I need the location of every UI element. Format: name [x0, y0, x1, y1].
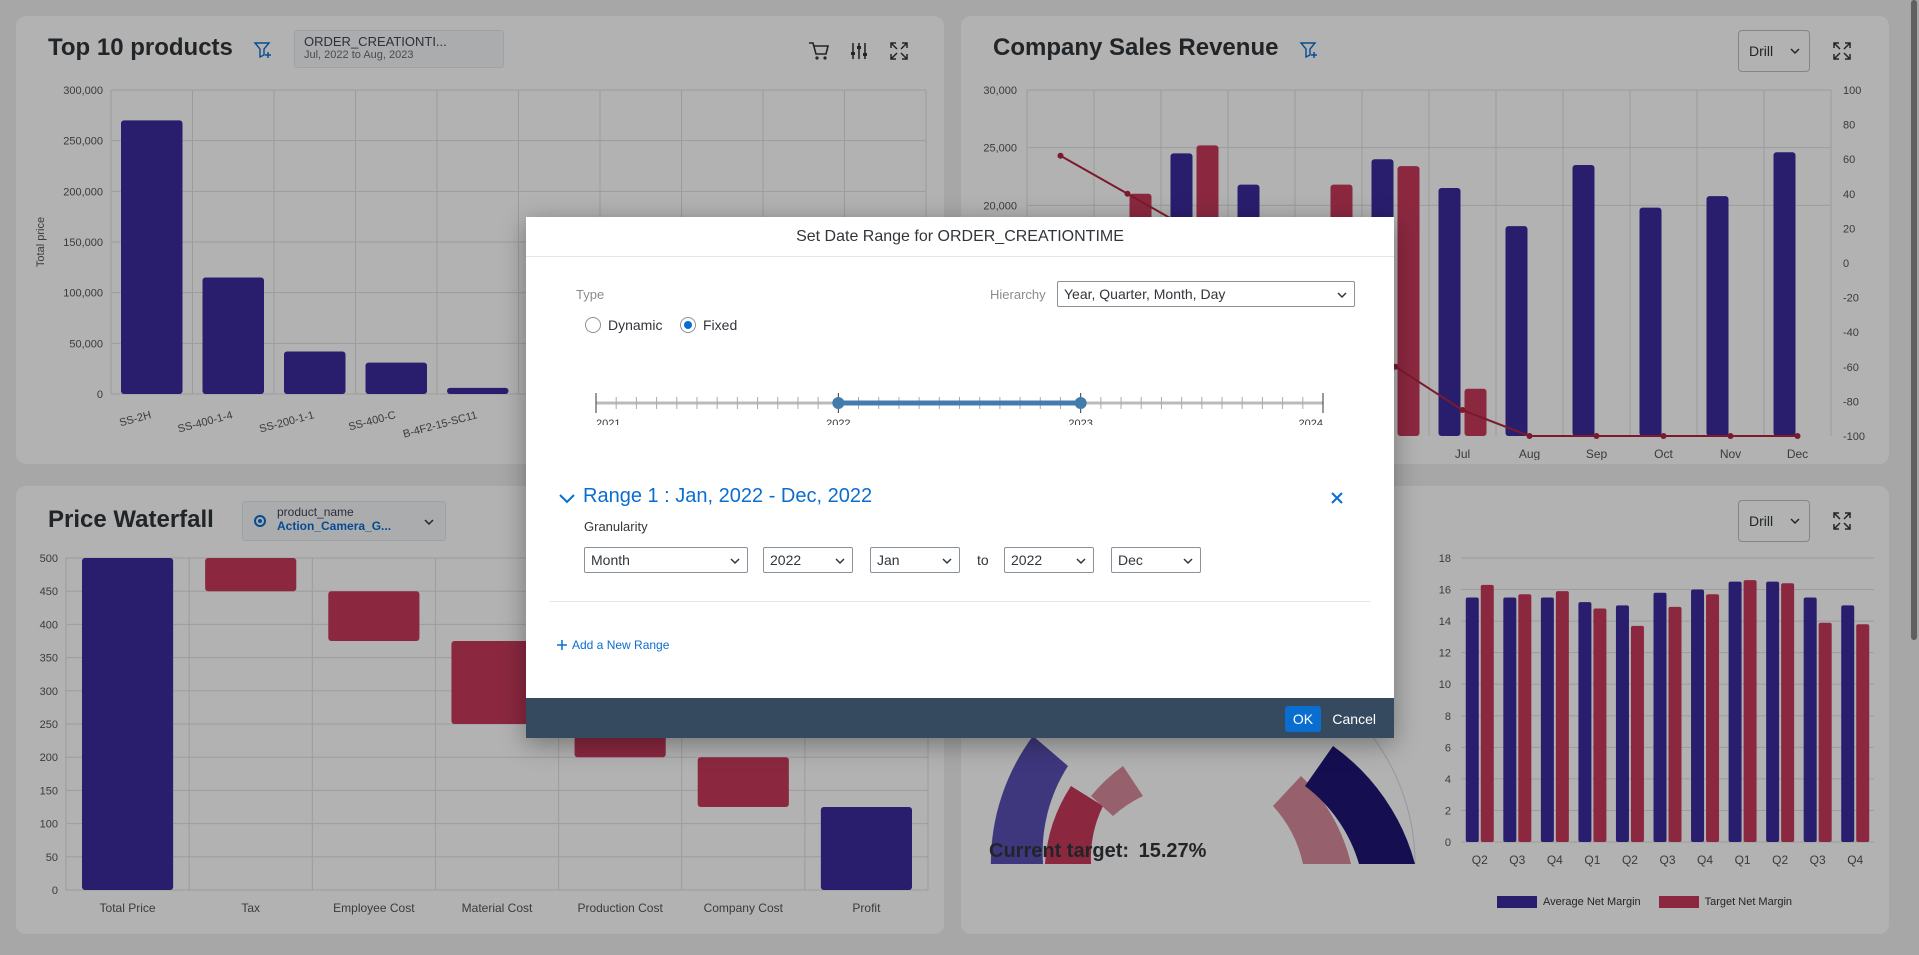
date-range-dialog: Set Date Range for ORDER_CREATIONTIME Ty… [526, 217, 1394, 738]
hierarchy-select[interactable]: Year, Quarter, Month, Day [1057, 281, 1355, 307]
from-month-select[interactable]: Jan [870, 547, 960, 573]
divider [550, 601, 1370, 602]
to-year-select[interactable]: 2022 [1004, 547, 1094, 573]
to-month-value: Dec [1118, 552, 1143, 568]
close-icon[interactable] [1326, 487, 1348, 509]
add-range-link[interactable]: Add a New Range [556, 638, 669, 652]
slider-handle-end [1074, 397, 1087, 409]
from-month-value: Jan [877, 552, 900, 568]
from-year-select[interactable]: 2022 [763, 547, 853, 573]
ok-button[interactable]: OK [1285, 706, 1321, 732]
slider-year-label: 2024 [1299, 418, 1323, 425]
type-label: Type [576, 287, 605, 302]
slider-handle-start [832, 397, 845, 409]
from-year-value: 2022 [770, 552, 802, 568]
radio-fixed-label[interactable]: Fixed [703, 317, 737, 333]
radio-dynamic-label[interactable]: Dynamic [608, 317, 662, 333]
cancel-button[interactable]: Cancel [1328, 706, 1380, 732]
slider-year-label: 2022 [826, 418, 850, 425]
chevron-down-icon [730, 558, 740, 565]
to-year-value: 2022 [1011, 552, 1043, 568]
range-title[interactable]: Range 1 : Jan, 2022 - Dec, 2022 [583, 485, 872, 508]
add-range-label: Add a New Range [572, 638, 670, 652]
to-month-select[interactable]: Dec [1111, 547, 1201, 573]
chevron-down-icon [835, 558, 845, 565]
collapse-chevron-icon[interactable] [558, 489, 576, 507]
hierarchy-label: Hierarchy [990, 287, 1046, 302]
granularity-label: Granularity [584, 519, 648, 534]
granularity-select[interactable]: Month [584, 547, 748, 573]
dialog-title: Set Date Range for ORDER_CREATIONTIME [526, 217, 1394, 257]
granularity-select-value: Month [591, 552, 630, 568]
date-range-slider[interactable]: 2021 2022 2023 2024 [526, 365, 1394, 425]
radio-dynamic[interactable] [585, 317, 601, 333]
plus-icon [557, 640, 567, 650]
to-label: to [977, 552, 989, 568]
slider-year-label: 2021 [596, 418, 620, 425]
chevron-down-icon [1337, 292, 1347, 299]
hierarchy-select-value: Year, Quarter, Month, Day [1064, 286, 1226, 302]
chevron-down-icon [1076, 558, 1086, 565]
chevron-down-icon [942, 558, 952, 565]
radio-fixed[interactable] [680, 317, 696, 333]
chevron-down-icon [1183, 558, 1193, 565]
dialog-footer: OK Cancel [526, 698, 1394, 738]
slider-year-label: 2023 [1068, 418, 1092, 425]
